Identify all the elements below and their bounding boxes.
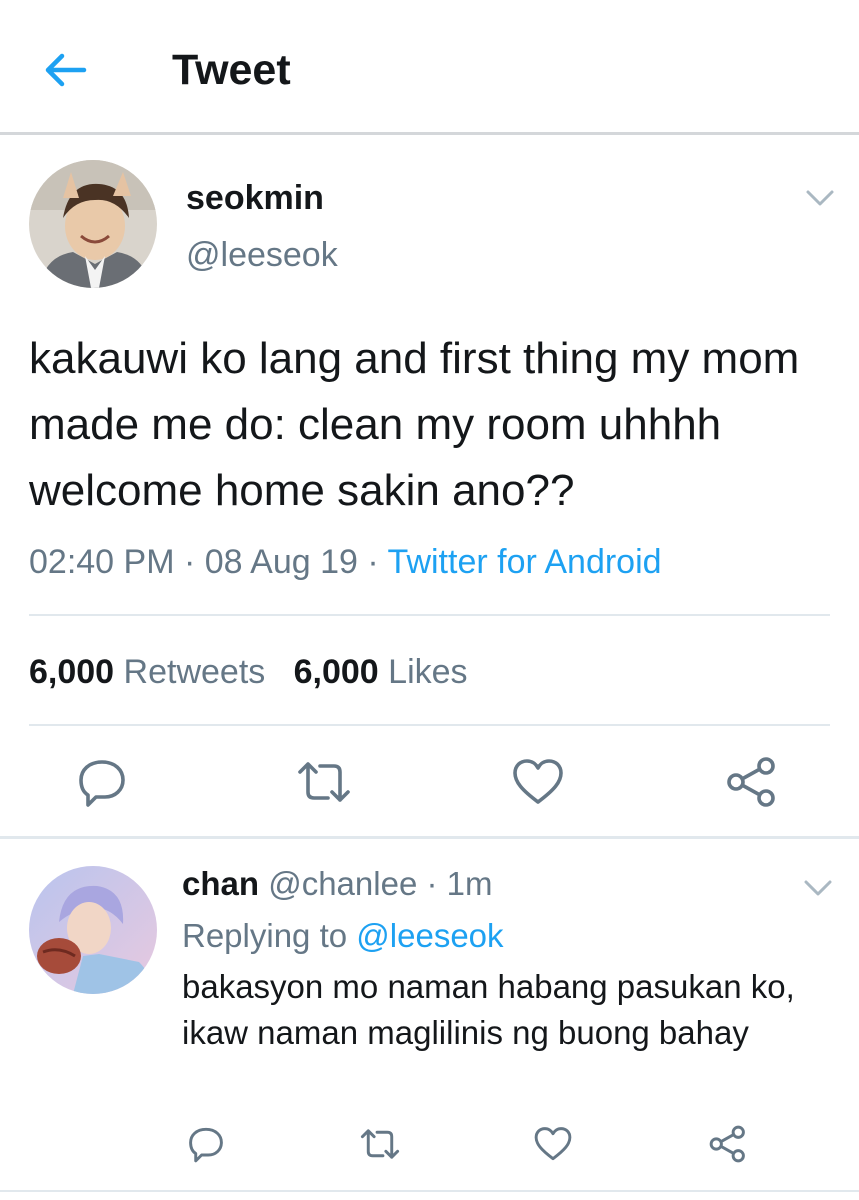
chevron-down-icon: [804, 880, 832, 896]
likes-label: Likes: [388, 653, 468, 691]
chevron-down-icon: [806, 190, 834, 206]
tweet-meta: 02:40 PM · 08 Aug 19 · Twitter for Andro…: [29, 540, 662, 584]
reply-like-button[interactable]: [531, 1122, 575, 1166]
top-bar: [0, 0, 859, 134]
reply-icon: [79, 760, 125, 807]
tweet-source-link[interactable]: Twitter for Android: [388, 543, 662, 581]
reply-retweet-button[interactable]: [358, 1122, 402, 1166]
reply-button[interactable]: [72, 752, 132, 812]
retweets-count: 6,000: [29, 653, 115, 691]
divider: [0, 1190, 859, 1192]
retweets-stat[interactable]: 6,000 Retweets: [29, 653, 265, 691]
tweet-date: 08 Aug 19: [204, 543, 358, 581]
reply-share-button[interactable]: [706, 1122, 750, 1166]
replying-label: Replying to: [182, 917, 348, 954]
likes-stat[interactable]: 6,000 Likes: [294, 653, 468, 691]
share-button[interactable]: [722, 752, 782, 812]
like-button[interactable]: [508, 752, 568, 812]
retweets-label: Retweets: [123, 653, 266, 691]
reply-options-button[interactable]: [798, 872, 838, 902]
reply-icon: [189, 1127, 223, 1163]
page-title: Tweet: [172, 46, 291, 94]
header-divider: [0, 132, 859, 135]
reply-text: bakasyon mo naman habang pasukan ko, ika…: [182, 968, 795, 1051]
tweet-text: kakauwi ko lang and first thing my mom m…: [29, 334, 800, 515]
reply-display-name[interactable]: chan: [182, 865, 259, 902]
retweet-icon: [360, 1129, 400, 1159]
meta-separator: ·: [367, 543, 379, 581]
user-handle[interactable]: @leeseok: [186, 233, 338, 277]
display-name[interactable]: seokmin: [186, 176, 324, 220]
meta-separator: ·: [183, 543, 196, 581]
divider: [29, 724, 830, 726]
tweet-options-button[interactable]: [800, 182, 840, 212]
reply-reply-button[interactable]: [184, 1122, 228, 1166]
share-icon: [709, 1125, 745, 1163]
replying-mention-link[interactable]: @leeseok: [356, 917, 503, 954]
replying-to: Replying to @leeseok: [182, 914, 504, 958]
retweet-button[interactable]: [294, 752, 354, 812]
back-arrow-icon: [45, 53, 87, 87]
like-icon: [534, 1127, 572, 1161]
meta-separator: ·: [426, 865, 438, 902]
like-icon: [513, 759, 563, 804]
reply-avatar[interactable]: [29, 866, 157, 994]
back-button[interactable]: [38, 44, 94, 96]
divider: [29, 614, 830, 616]
retweet-icon: [298, 762, 350, 802]
reply-handle[interactable]: @chanlee: [268, 865, 417, 902]
tweet-stats: 6,000 Retweets 6,000 Likes: [29, 650, 468, 694]
share-icon: [727, 757, 775, 807]
section-divider: [0, 836, 859, 839]
reply-age: 1m: [446, 865, 493, 902]
likes-count: 6,000: [293, 653, 379, 691]
tweet-time: 02:40 PM: [29, 543, 175, 581]
reply-header: chan @chanlee · 1m: [182, 862, 493, 906]
avatar[interactable]: [29, 160, 157, 288]
